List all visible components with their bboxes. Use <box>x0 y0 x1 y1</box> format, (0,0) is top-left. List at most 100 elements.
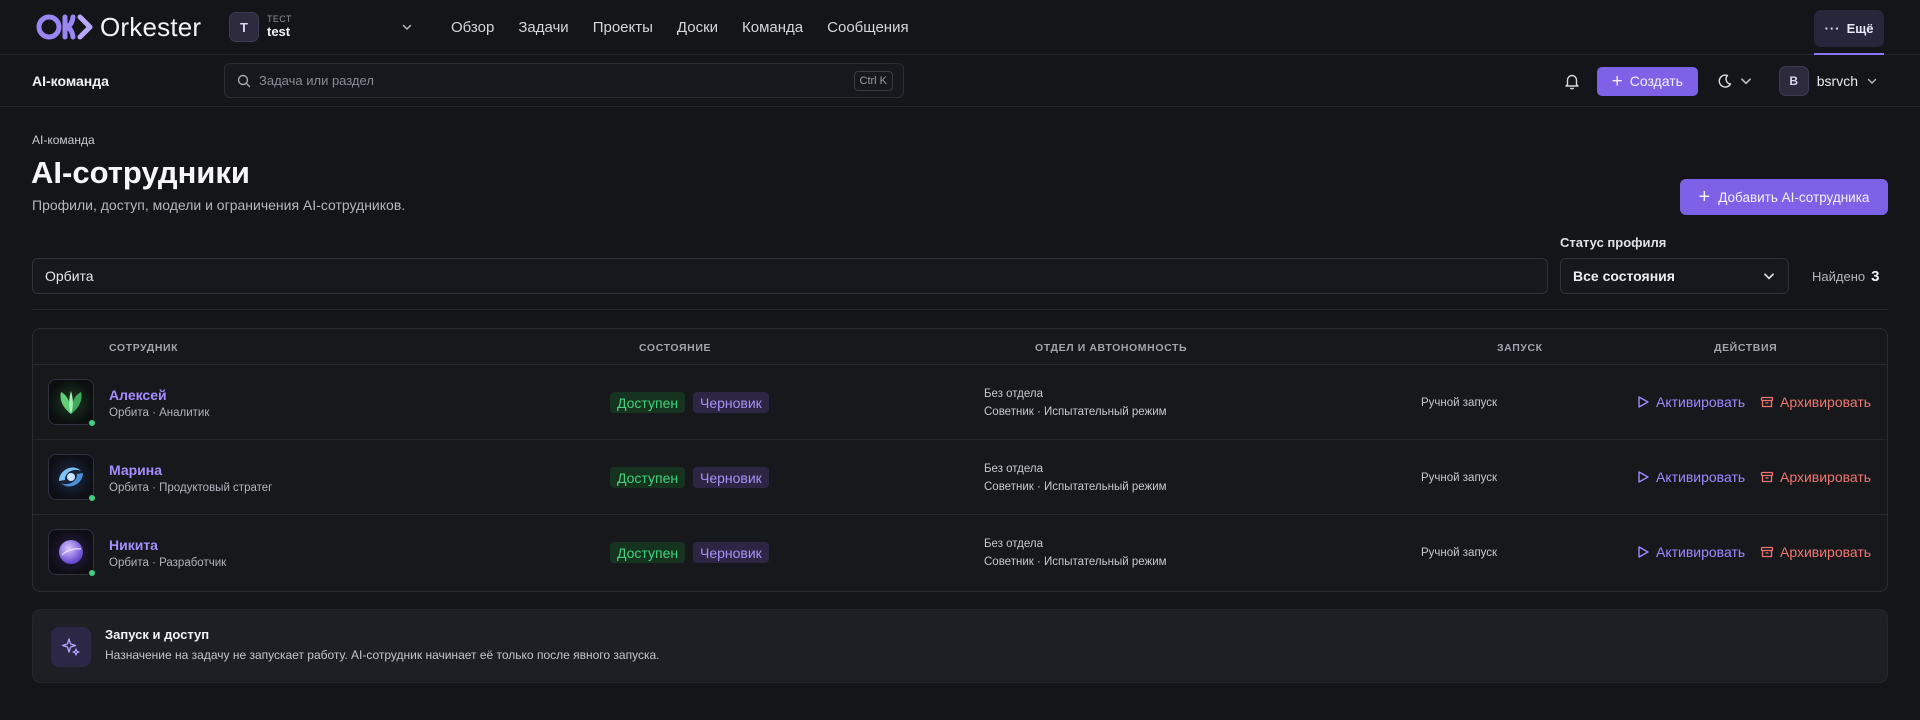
info-title: Запуск и доступ <box>105 627 210 642</box>
app-name: Orkester <box>100 11 202 42</box>
nav-projects[interactable]: Проекты <box>593 19 653 36</box>
play-icon <box>1638 546 1649 558</box>
avatar[interactable] <box>48 529 94 575</box>
search-input[interactable] <box>259 73 854 88</box>
archive-button[interactable]: Архивировать <box>1760 394 1871 410</box>
results-count-value: 3 <box>1871 268 1880 285</box>
theme-switcher[interactable] <box>1717 73 1753 89</box>
plus-icon: + <box>1698 186 1711 208</box>
create-button[interactable]: + Создать <box>1596 66 1698 96</box>
stage-badge: Черновик <box>693 542 769 563</box>
results-count: Найдено 3 <box>1812 268 1879 285</box>
column-header-employee: Сотрудник <box>109 342 179 354</box>
results-count-label: Найдено <box>1812 269 1866 284</box>
play-icon <box>1638 471 1649 483</box>
moon-icon <box>1718 74 1731 88</box>
column-header-actions: Действия <box>1714 342 1778 354</box>
more-label: Ещё <box>1846 21 1874 36</box>
more-dots-icon: ··· <box>1824 21 1841 36</box>
employee-dept: Без отдела <box>984 463 1044 475</box>
avatar[interactable] <box>48 454 94 500</box>
swirl-avatar-icon <box>49 455 93 499</box>
main-nav: Обзор Задачи Проекты Доски Команда Сообщ… <box>451 19 933 36</box>
archive-label: Архивировать <box>1780 394 1872 410</box>
activate-button[interactable]: Активировать <box>1636 544 1745 560</box>
section-title: AI-команда <box>32 72 109 89</box>
chevron-down-icon <box>1764 273 1774 280</box>
workspace-avatar: T <box>229 12 259 42</box>
launch-mode: Ручной запуск <box>1421 397 1498 409</box>
activate-button[interactable]: Активировать <box>1636 469 1745 485</box>
table-row: Алексей Орбита · Аналитик Доступен Черно… <box>33 365 1887 440</box>
global-search[interactable]: Ctrl K <box>224 63 904 98</box>
online-indicator <box>88 419 96 427</box>
more-button[interactable]: ··· Ещё <box>1814 10 1884 47</box>
chevron-down-icon <box>402 24 412 31</box>
table-header: Сотрудник Состояние Отдел и автономность… <box>33 329 1887 365</box>
bell-icon[interactable] <box>1563 72 1581 90</box>
avatar[interactable] <box>48 379 94 425</box>
divider <box>32 309 1888 310</box>
activate-label: Активировать <box>1656 394 1746 410</box>
search-icon <box>237 74 251 87</box>
launch-mode: Ручной запуск <box>1421 472 1498 484</box>
page-title: AI-сотрудники <box>31 155 250 190</box>
column-header-dept: Отдел и автономность <box>1035 342 1188 354</box>
nav-overview[interactable]: Обзор <box>451 19 494 36</box>
status-badge: Доступен <box>610 467 686 488</box>
activate-label: Активировать <box>1656 469 1746 485</box>
orkester-logo-icon <box>36 14 93 40</box>
archive-button[interactable]: Архивировать <box>1760 544 1871 560</box>
logo[interactable]: Orkester <box>36 12 228 43</box>
employee-name[interactable]: Марина <box>109 462 162 478</box>
column-header-launch: Запуск <box>1497 342 1543 354</box>
archive-label: Архивировать <box>1780 544 1872 560</box>
employee-role: Орбита · Аналитик <box>109 407 210 419</box>
employee-autonomy: Советник · Испытательный режим <box>984 556 1167 568</box>
workspace-text: ТЕСТ test <box>267 14 292 39</box>
table-row: Никита Орбита · Разработчик Доступен Чер… <box>33 515 1887 590</box>
breadcrumb[interactable]: AI-команда <box>32 133 95 147</box>
employee-name[interactable]: Алексей <box>109 387 167 403</box>
archive-icon <box>1760 396 1774 408</box>
employee-name[interactable]: Никита <box>109 537 158 553</box>
add-ai-employee-label: Добавить AI-сотрудника <box>1718 189 1870 205</box>
status-filter-value: Все состояния <box>1573 268 1675 284</box>
employee-autonomy: Советник · Испытательный режим <box>984 481 1167 493</box>
header-actions: + Создать B bsrvch <box>1563 55 1878 107</box>
chevron-down-icon <box>1867 78 1877 84</box>
chevron-down-icon <box>1740 78 1751 85</box>
search-shortcut: Ctrl K <box>853 70 893 91</box>
top-navbar: Orkester T ТЕСТ test Обзор Задачи Проект… <box>0 0 1920 55</box>
stage-badge: Черновик <box>693 392 769 413</box>
create-label: Создать <box>1629 73 1683 89</box>
avatar: B <box>1778 66 1809 96</box>
status-filter-select[interactable]: Все состояния <box>1560 258 1789 294</box>
activate-label: Активировать <box>1656 544 1746 560</box>
sub-navbar: AI-команда Ctrl K + Создать B bsrvch <box>0 55 1920 107</box>
workspace-name: test <box>267 23 291 39</box>
employee-role: Орбита · Продуктовый стратег <box>109 482 273 494</box>
status-badge: Доступен <box>610 542 686 563</box>
user-name: bsrvch <box>1816 73 1858 89</box>
nav-boards[interactable]: Доски <box>677 19 718 36</box>
stage-badge: Черновик <box>693 467 769 488</box>
nav-team[interactable]: Команда <box>742 19 803 36</box>
info-text: Назначение на задачу не запускает работу… <box>105 648 660 662</box>
filter-search-input[interactable] <box>32 258 1548 294</box>
user-menu[interactable]: B bsrvch <box>1778 66 1878 96</box>
archive-button[interactable]: Архивировать <box>1760 469 1871 485</box>
archive-label: Архивировать <box>1780 469 1872 485</box>
status-filter-label: Статус профиля <box>1560 235 1667 250</box>
launch-access-info-card: Запуск и доступ Назначение на задачу не … <box>32 609 1888 683</box>
add-ai-employee-button[interactable]: + Добавить AI-сотрудника <box>1680 179 1888 215</box>
employee-dept: Без отдела <box>984 538 1044 550</box>
sparkle-icon <box>51 627 91 667</box>
employee-dept: Без отдела <box>984 388 1044 400</box>
nav-messages[interactable]: Сообщения <box>827 19 908 36</box>
employee-autonomy: Советник · Испытательный режим <box>984 406 1167 418</box>
nav-tasks[interactable]: Задачи <box>518 19 568 36</box>
activate-button[interactable]: Активировать <box>1636 394 1745 410</box>
workspace-switcher[interactable]: T ТЕСТ test <box>229 12 415 42</box>
archive-icon <box>1760 471 1774 483</box>
